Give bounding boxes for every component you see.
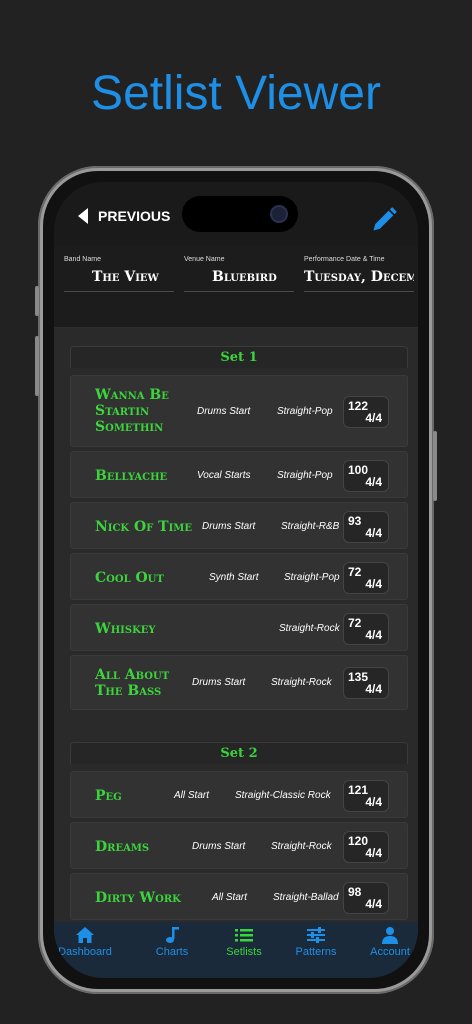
tempo-box: 72 4/4 [343, 562, 389, 594]
song-row[interactable]: Nick Of Time Drums Start Straight-R&B 93… [70, 502, 408, 549]
venue-name-value: Bluebird [184, 269, 294, 292]
volume-up-button [35, 336, 39, 396]
song-style: Straight-Classic Rock [235, 790, 331, 801]
song-row[interactable]: Cool Out Synth Start Straight-Pop 72 4/4 [70, 553, 408, 600]
tab-setlists-label: Setlists [226, 946, 262, 958]
performance-date-label: Performance Date & Time [304, 256, 385, 263]
edit-pencil-icon[interactable] [370, 206, 398, 234]
tempo-box: 93 4/4 [343, 511, 389, 543]
tab-charts-label: Charts [155, 946, 189, 958]
song-title: Whiskey [95, 621, 156, 637]
song-row[interactable]: Dirty Work All Start Straight-Ballad 98 … [70, 873, 408, 920]
song-bpm: 72 [348, 565, 362, 579]
performance-date-value: Tuesday, Decembe [304, 269, 414, 292]
set-1-header: Set 1 [70, 346, 408, 368]
song-row[interactable]: Wanna Be Startin Somethin Drums Start St… [70, 375, 408, 447]
song-row[interactable]: Dreams Drums Start Straight-Rock 120 4/4 [70, 822, 408, 869]
tempo-box: 121 4/4 [343, 780, 389, 812]
tab-setlists[interactable]: Setlists [204, 926, 284, 958]
tab-patterns-label: Patterns [295, 946, 337, 958]
band-name-label: Band Name [64, 256, 101, 263]
tab-account-label: Account [370, 946, 410, 958]
band-name-value: The View [64, 269, 174, 292]
song-bpm: 72 [348, 616, 362, 630]
music-note-icon [166, 927, 179, 943]
song-time-signature: 4/4 [365, 795, 382, 809]
song-bpm: 93 [348, 514, 362, 528]
song-title: Nick Of Time [95, 519, 192, 535]
side-button-left [35, 286, 39, 316]
band-name-field[interactable]: Band Name The View [64, 256, 174, 292]
tab-account[interactable]: Account [350, 926, 418, 958]
tab-patterns[interactable]: Patterns [276, 926, 356, 958]
tempo-box: 72 4/4 [343, 613, 389, 645]
back-arrow-icon [78, 208, 88, 224]
page-headline: Setlist Viewer [91, 67, 381, 120]
song-style: Straight-R&B [281, 521, 340, 532]
song-title: Peg [95, 788, 122, 804]
song-start: All Start [212, 892, 248, 903]
song-start: Drums Start [202, 521, 256, 532]
song-time-signature: 4/4 [365, 682, 382, 696]
song-row[interactable]: All About The Bass Drums Start Straight-… [70, 655, 408, 710]
tab-charts[interactable]: Charts [132, 926, 212, 958]
song-start: Synth Start [209, 572, 259, 583]
camera-icon [270, 205, 288, 223]
song-style: Straight-Pop [277, 406, 333, 417]
tempo-box: 122 4/4 [343, 396, 389, 428]
tempo-box: 100 4/4 [343, 460, 389, 492]
song-start: All Start [174, 790, 210, 801]
song-row[interactable]: Whiskey Straight-Rock 72 4/4 [70, 604, 408, 651]
tab-bar: Dashboard Charts Setlists Patterns Accou… [54, 922, 418, 978]
song-start: Drums Start [192, 677, 246, 688]
previous-button[interactable]: PREVIOUS [78, 208, 170, 224]
power-button [433, 431, 437, 501]
song-style: Straight-Rock [271, 841, 332, 852]
song-time-signature: 4/4 [365, 846, 382, 860]
home-icon [76, 927, 94, 943]
person-icon [382, 927, 398, 944]
song-style: Straight-Ballad [273, 892, 339, 903]
phone-frame: PREVIOUS Band Name The View Venue Name B… [35, 166, 437, 994]
phone-screen: PREVIOUS Band Name The View Venue Name B… [54, 182, 418, 978]
venue-name-label: Venue Name [184, 256, 225, 263]
song-start: Vocal Starts [197, 470, 251, 481]
song-time-signature: 4/4 [365, 411, 382, 425]
song-style: Straight-Pop [277, 470, 333, 481]
song-title: Dirty Work [95, 890, 181, 906]
song-style: Straight-Rock [271, 677, 332, 688]
song-time-signature: 4/4 [365, 577, 382, 591]
song-title: Dreams [95, 839, 150, 855]
song-row[interactable]: Peg All Start Straight-Classic Rock 121 … [70, 771, 408, 818]
song-time-signature: 4/4 [365, 897, 382, 911]
song-row[interactable]: Bellyache Vocal Starts Straight-Pop 100 … [70, 451, 408, 498]
song-title: All About The Bass [95, 667, 170, 699]
song-time-signature: 4/4 [365, 628, 382, 642]
tab-dashboard[interactable]: Dashboard [54, 926, 125, 958]
song-title: Wanna Be Startin Somethin [95, 387, 169, 435]
tempo-box: 120 4/4 [343, 831, 389, 863]
song-title: Bellyache [95, 468, 168, 484]
performance-date-field[interactable]: Performance Date & Time Tuesday, Decembe [304, 256, 414, 292]
song-title: Cool Out [95, 570, 164, 586]
song-time-signature: 4/4 [365, 475, 382, 489]
list-icon [235, 929, 253, 942]
venue-name-field[interactable]: Venue Name Bluebird [184, 256, 294, 292]
performance-header: Band Name The View Venue Name Bluebird P… [54, 246, 418, 328]
tempo-box: 98 4/4 [343, 882, 389, 914]
tab-dashboard-label: Dashboard [58, 946, 112, 958]
tempo-box: 135 4/4 [343, 667, 389, 699]
song-bpm: 98 [348, 885, 362, 899]
song-style: Straight-Rock [279, 623, 340, 634]
set-2-header: Set 2 [70, 742, 408, 764]
song-style: Straight-Pop [284, 572, 340, 583]
previous-label: PREVIOUS [98, 208, 171, 224]
setlist-scroll[interactable]: Set 1 Wanna Be Startin Somethin Drums St… [54, 328, 418, 938]
song-start: Drums Start [192, 841, 246, 852]
dynamic-island [182, 196, 298, 232]
sliders-icon [307, 927, 325, 943]
song-start: Drums Start [197, 406, 251, 417]
phone-bezel: PREVIOUS Band Name The View Venue Name B… [43, 171, 429, 989]
song-time-signature: 4/4 [365, 526, 382, 540]
